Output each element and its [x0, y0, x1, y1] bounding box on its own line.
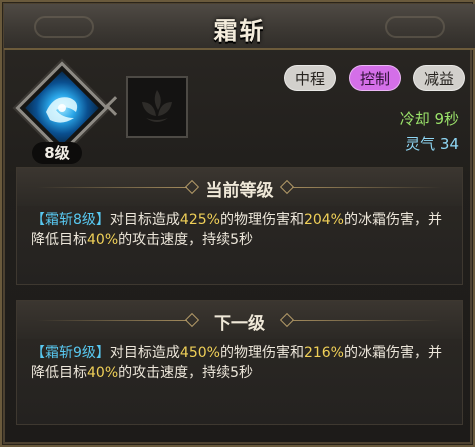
physical-damage-value: 450%: [179, 345, 220, 361]
frost-damage-value: 204%: [303, 212, 344, 228]
attack-speed-reduction-value: 40%: [87, 232, 119, 248]
skill-detail-panel: 霜斩 8级 中程 控制 减益 冷却 9秒 灵气 34 当前等级 【霜斩8级】对目…: [0, 0, 475, 447]
section-header: 下一级: [17, 301, 462, 339]
skill-level-badge: 8级: [32, 142, 82, 164]
skill-icon-frame[interactable]: [15, 61, 109, 155]
title-bar: 霜斩: [4, 4, 475, 50]
tag-debuff: 减益: [413, 65, 465, 91]
locked-skill-slot[interactable]: [126, 76, 188, 138]
desc-text: 的攻击速度，持续5秒: [118, 365, 254, 381]
desc-text: 的攻击速度，持续5秒: [118, 232, 254, 248]
divider: [292, 187, 442, 188]
desc-text: 的物理伤害和: [219, 212, 304, 228]
tag-mid-range: 中程: [284, 65, 336, 91]
desc-text: 对目标造成: [109, 345, 180, 361]
current-level-section: 当前等级 【霜斩8级】对目标造成425%的物理伤害和204%的冰霜伤害，并降低目…: [16, 167, 463, 285]
divider: [292, 320, 442, 321]
current-level-description: 【霜斩8级】对目标造成425%的物理伤害和204%的冰霜伤害，并降低目标40%的…: [31, 210, 448, 250]
frost-damage-value: 216%: [303, 345, 344, 361]
attack-speed-reduction-value: 40%: [87, 365, 119, 381]
ice-swirl-icon: [46, 97, 78, 123]
desc-text: 的物理伤害和: [219, 345, 304, 361]
tag-control: 控制: [349, 65, 401, 91]
skill-level-name: 【霜斩9级】: [31, 345, 110, 361]
cooldown-stat: 冷却 9秒: [399, 110, 459, 128]
next-level-title: 下一级: [214, 314, 265, 334]
qi-cost-stat: 灵气 34: [405, 135, 459, 153]
skill-level-name: 【霜斩8级】: [31, 212, 110, 228]
next-level-description: 【霜斩9级】对目标造成450%的物理伤害和216%的冰霜伤害，并降低目标40%的…: [31, 343, 448, 383]
next-level-section: 下一级 【霜斩9级】对目标造成450%的物理伤害和216%的冰霜伤害，并降低目标…: [16, 300, 463, 425]
window-title: 霜斩: [213, 17, 266, 45]
lotus-icon: [142, 90, 172, 122]
current-level-title: 当前等级: [205, 181, 274, 201]
physical-damage-value: 425%: [179, 212, 220, 228]
chevron-left-icon: [105, 96, 125, 116]
section-header: 当前等级: [17, 168, 462, 206]
desc-text: 对目标造成: [109, 212, 180, 228]
